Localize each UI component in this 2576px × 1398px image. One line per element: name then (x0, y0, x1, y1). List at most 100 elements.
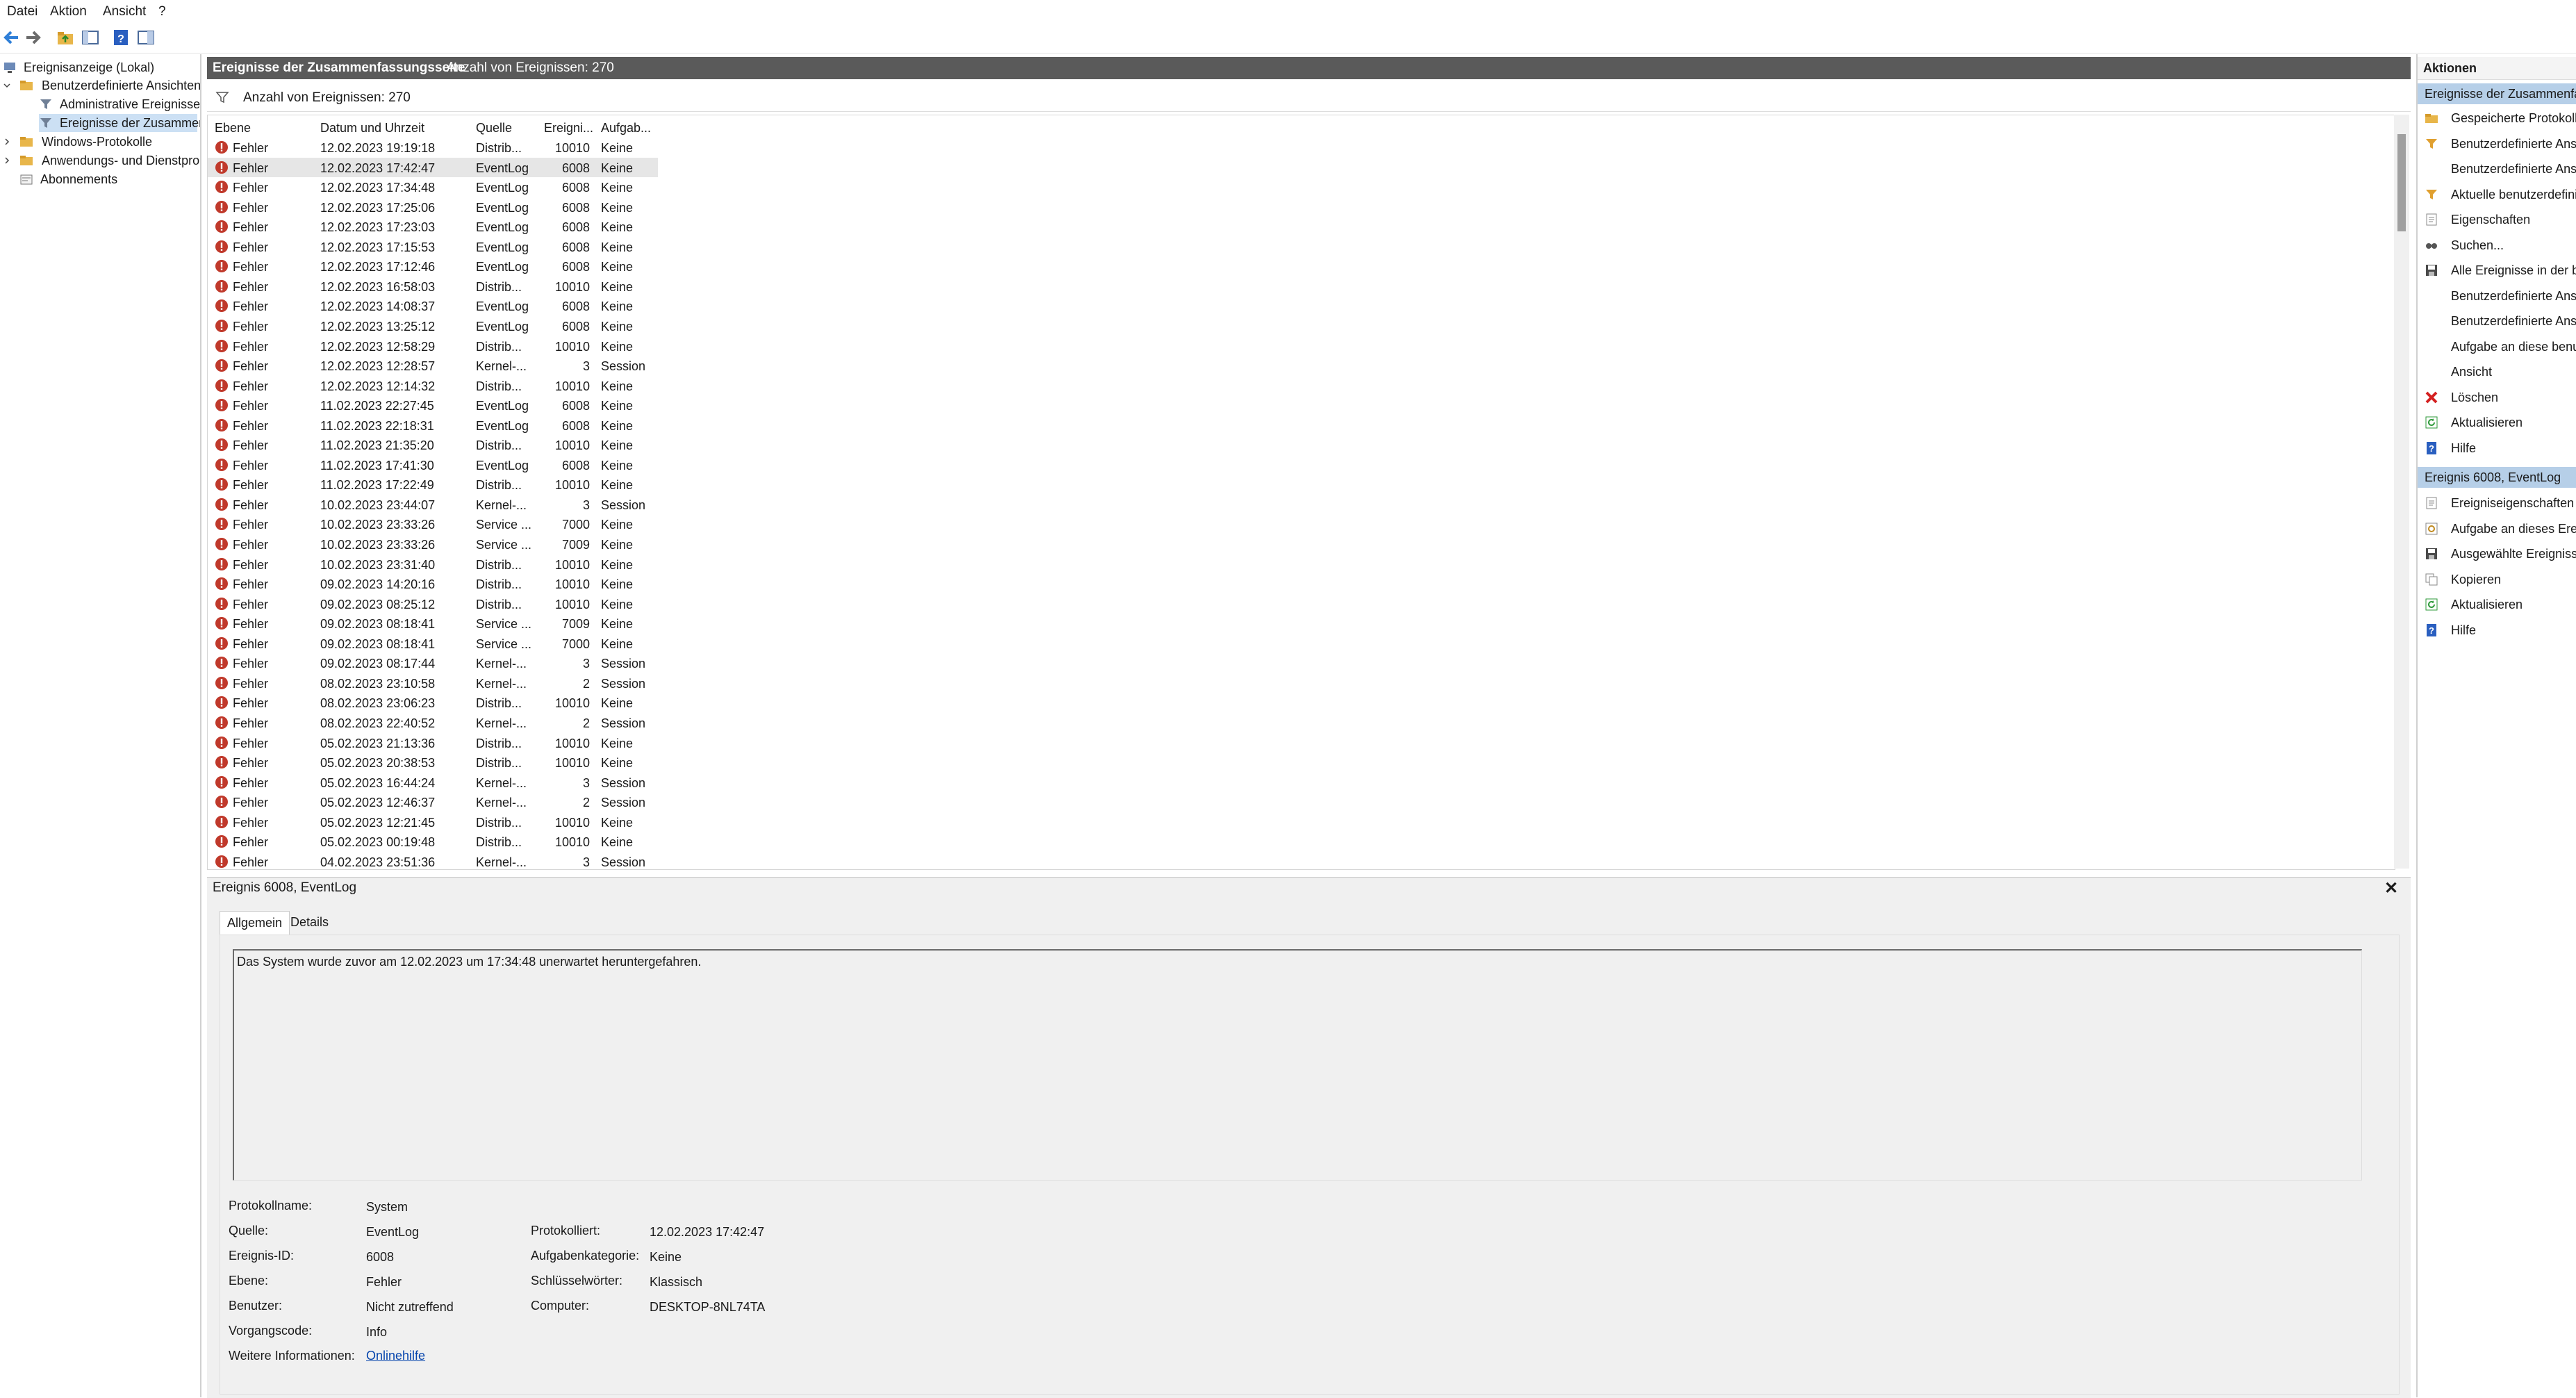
table-row[interactable]: Fehler 09.02.2023 08:25:12 Distrib... 10010… (208, 594, 658, 614)
show-hide-tree-icon[interactable] (81, 28, 100, 47)
table-row[interactable]: Fehler 12.02.2023 19:19:18 Distrib... 10010… (208, 138, 658, 157)
action-item[interactable]: Löschen (2418, 386, 2576, 409)
save-icon (2426, 548, 2437, 559)
cell-event-id: 10010 (554, 339, 590, 354)
error-icon (215, 161, 228, 174)
table-row[interactable]: Fehler 12.02.2023 17:23:03 EventLog 6008 Kei… (208, 217, 658, 236)
table-row[interactable]: Fehler 11.02.2023 22:18:31 EventLog 6008 Kei… (208, 416, 658, 435)
help-icon[interactable]: ? (111, 28, 131, 47)
actions-section-event[interactable]: Ereignis 6008, EventLog (2418, 467, 2576, 488)
table-row[interactable]: Fehler 12.02.2023 14:08:37 EventLog 6008 Kei… (208, 296, 658, 315)
table-row[interactable]: Fehler 12.02.2023 17:25:06 EventLog 6008 Kei… (208, 197, 658, 217)
action-item[interactable]: Aufgabe an diese benu (2418, 336, 2576, 358)
action-item[interactable]: Benutzerdefinierte Ansi (2418, 158, 2576, 180)
table-row[interactable]: Fehler 10.02.2023 23:31:40 Distrib... 10010… (208, 554, 658, 574)
column-header-level[interactable]: Ebene (215, 121, 251, 135)
action-item[interactable]: Ereigniseigenschaften (2418, 492, 2576, 514)
table-row[interactable]: Fehler 08.02.2023 23:10:58 Kernel-... 2 Sess… (208, 673, 658, 693)
tree-item-application-service-logs[interactable]: Anwendungs- und Dienstpro (3, 151, 199, 170)
table-row[interactable]: Fehler 04.02.2023 23:51:36 Kernel-... 3 Sess… (208, 852, 658, 869)
event-message-box[interactable]: Das System wurde zuvor am 12.02.2023 um … (233, 949, 2362, 1181)
table-row[interactable]: Fehler 11.02.2023 21:35:20 Distrib... 10010… (208, 435, 658, 454)
action-item[interactable]: Ansicht (2418, 361, 2576, 383)
table-row[interactable]: Fehler 10.02.2023 23:33:26 Service ... 7000… (208, 514, 658, 534)
table-row[interactable]: Fehler 11.02.2023 17:41:30 EventLog 6008 Kei… (208, 455, 658, 475)
action-item[interactable]: Benutzerdefinierte Ansi (2418, 133, 2576, 155)
table-row[interactable]: Fehler 09.02.2023 08:17:44 Kernel-... 3 Sess… (208, 653, 658, 673)
table-row[interactable]: Fehler 05.02.2023 12:46:37 Kernel-... 2 Sess… (208, 792, 658, 812)
cell-event-id: 10010 (554, 597, 590, 611)
action-item[interactable]: Aufgabe an dieses Ereig (2418, 518, 2576, 540)
action-item[interactable]: ? Hilfe (2418, 437, 2576, 459)
menu-ansicht[interactable]: Ansicht (103, 4, 146, 19)
table-row[interactable]: Fehler 09.02.2023 14:20:16 Distrib... 10010… (208, 574, 658, 593)
chevron-right-icon[interactable] (3, 156, 11, 165)
tree-item-subscriptions[interactable]: Abonnements (19, 170, 197, 188)
tree-item-summary-events[interactable]: Ereignisse der Zusammen (39, 114, 200, 132)
tab-details[interactable]: Details (283, 911, 336, 935)
table-row[interactable]: Fehler 12.02.2023 12:14:32 Distrib... 10010… (208, 376, 658, 395)
action-item[interactable]: Eigenschaften (2418, 208, 2576, 231)
table-row[interactable]: Fehler 05.02.2023 00:19:48 Distrib... 10010… (208, 832, 658, 851)
action-item[interactable]: Aktualisieren (2418, 411, 2576, 434)
show-hide-action-pane-icon[interactable] (136, 28, 156, 47)
action-item[interactable]: ? Hilfe (2418, 619, 2576, 641)
table-row[interactable]: Fehler 05.02.2023 21:13:36 Distrib... 10010… (208, 733, 658, 753)
column-header-event-id[interactable]: Ereigni... (544, 121, 593, 135)
chevron-right-icon[interactable] (3, 138, 11, 146)
table-row[interactable]: Fehler 09.02.2023 08:18:41 Service ... 7009… (208, 614, 658, 633)
scroll-thumb[interactable] (2397, 134, 2406, 231)
action-item[interactable]: Aktualisieren (2418, 593, 2576, 616)
tree-item-windows-logs[interactable]: Windows-Protokolle (3, 133, 197, 151)
action-item[interactable]: Alle Ereignisse in der be (2418, 259, 2576, 281)
table-row[interactable]: Fehler 05.02.2023 12:21:45 Distrib... 10010… (208, 812, 658, 832)
table-row[interactable]: Fehler 09.02.2023 08:18:41 Service ... 7000… (208, 634, 658, 653)
forward-arrow-icon[interactable] (24, 28, 43, 47)
table-row[interactable]: Fehler 12.02.2023 17:34:48 EventLog 6008 Kei… (208, 177, 658, 197)
menu-aktion[interactable]: Aktion (50, 4, 87, 19)
table-row[interactable]: Fehler 11.02.2023 17:22:49 Distrib... 10010… (208, 475, 658, 494)
tree-item-custom-views[interactable]: Benutzerdefinierte Ansichten (3, 76, 200, 94)
action-item[interactable]: Gespeicherte Protokolld (2418, 107, 2576, 129)
table-row[interactable]: Fehler 10.02.2023 23:44:07 Kernel-... 3 Sess… (208, 495, 658, 514)
cell-event-id: 6008 (561, 458, 590, 472)
label-logged: Protokolliert: (531, 1224, 601, 1237)
table-row[interactable]: Fehler 08.02.2023 22:40:52 Kernel-... 2 Sess… (208, 713, 658, 732)
close-icon[interactable]: ✕ (2384, 878, 2398, 898)
action-item[interactable]: Kopieren (2418, 568, 2576, 591)
action-item[interactable]: Ausgewählte Ereignisse (2418, 543, 2576, 565)
online-help-link[interactable]: Onlinehilfe (366, 1349, 425, 1363)
table-row[interactable]: Fehler 12.02.2023 17:12:46 EventLog 6008 Kei… (208, 256, 658, 276)
tree-item-administrative-events[interactable]: Administrative Ereignisse (39, 95, 200, 113)
column-header-source[interactable]: Quelle (476, 121, 512, 135)
tab-general[interactable]: Allgemein (220, 911, 290, 935)
table-row[interactable]: Fehler 12.02.2023 17:42:47 EventLog 6008 Kei… (208, 157, 658, 177)
action-item[interactable]: Benutzerdefinierte Ansi (2418, 285, 2576, 307)
table-row[interactable]: Fehler 10.02.2023 23:33:26 Service ... 7009… (208, 534, 658, 554)
action-item[interactable]: Benutzerdefinierte Ansi (2418, 310, 2576, 332)
back-arrow-icon[interactable] (1, 28, 21, 47)
table-row[interactable]: Fehler 12.02.2023 17:15:53 EventLog 6008 Kei… (208, 237, 658, 256)
table-row[interactable]: Fehler 11.02.2023 22:27:45 EventLog 6008 Kei… (208, 395, 658, 415)
menu-datei[interactable]: Datei (7, 4, 38, 19)
table-vertical-scrollbar[interactable] (2394, 115, 2409, 869)
column-header-date[interactable]: Datum und Uhrzeit (320, 121, 424, 135)
table-row[interactable]: Fehler 12.02.2023 13:25:12 EventLog 6008 Kei… (208, 316, 658, 336)
table-row[interactable]: Fehler 08.02.2023 23:06:23 Distrib... 10010… (208, 693, 658, 712)
table-row[interactable]: Fehler 05.02.2023 16:44:24 Kernel-... 3 Sess… (208, 773, 658, 792)
menu-help[interactable]: ? (158, 4, 166, 19)
actions-section-view[interactable]: Ereignisse der Zusammenfa (2418, 83, 2576, 104)
cell-task: Session (601, 359, 646, 374)
action-item[interactable]: Aktuelle benutzerdefini (2418, 183, 2576, 206)
action-label: Benutzerdefinierte Ansi (2451, 136, 2576, 151)
cell-date: 10.02.2023 23:33:26 (320, 518, 436, 532)
table-row[interactable]: Fehler 12.02.2023 12:28:57 Kernel-... 3 Sess… (208, 356, 658, 375)
chevron-down-icon[interactable] (3, 81, 11, 90)
table-row[interactable]: Fehler 05.02.2023 20:38:53 Distrib... 10010… (208, 753, 658, 772)
action-item[interactable]: Suchen... (2418, 234, 2576, 256)
column-header-task[interactable]: Aufgab... (601, 121, 651, 135)
folder-up-icon[interactable] (56, 28, 75, 47)
table-row[interactable]: Fehler 12.02.2023 12:58:29 Distrib... 10010… (208, 336, 658, 356)
table-row[interactable]: Fehler 12.02.2023 16:58:03 Distrib... 10010… (208, 277, 658, 296)
tree-item-event-viewer-local[interactable]: Ereignisanzeige (Lokal) (3, 58, 197, 76)
